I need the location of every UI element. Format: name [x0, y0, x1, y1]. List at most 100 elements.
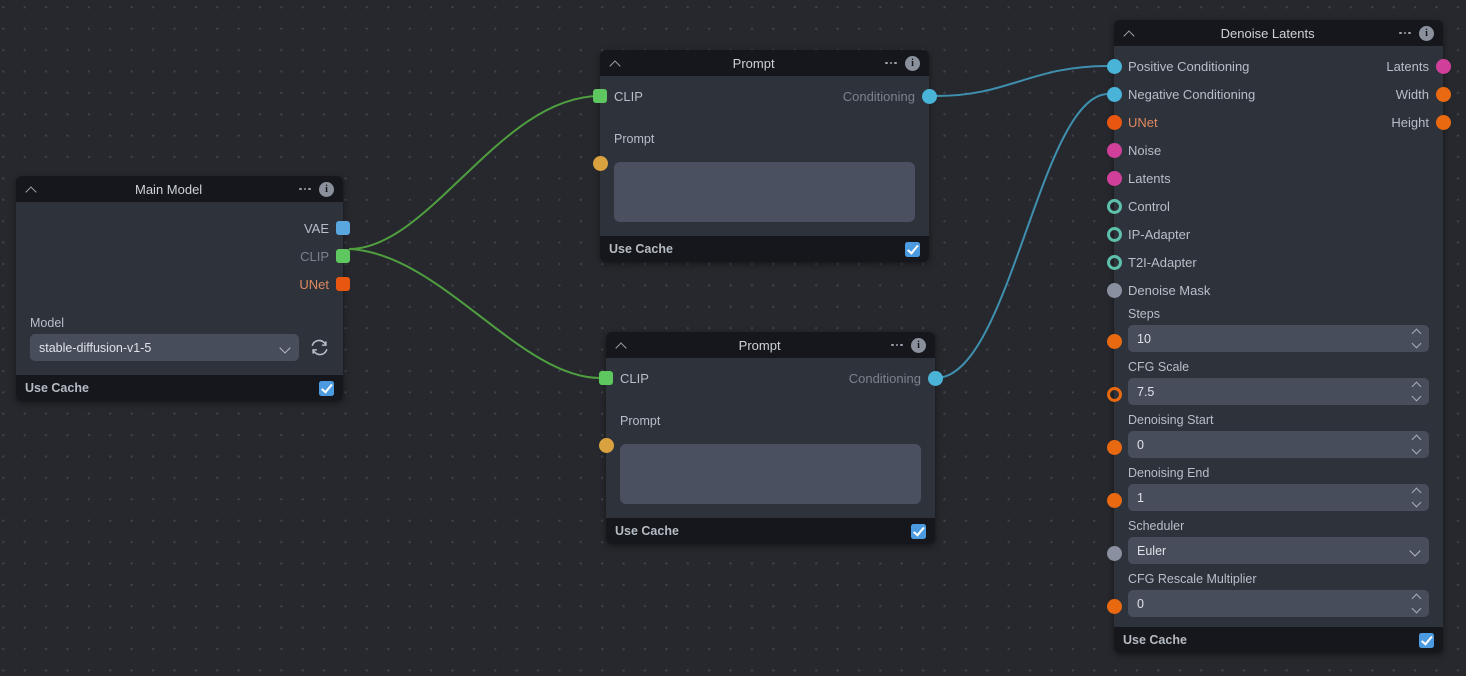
collapse-chevron-icon[interactable] — [25, 183, 38, 196]
port-cfg-rescale-multiplier[interactable] — [1107, 599, 1122, 614]
output-label: UNet — [299, 277, 329, 292]
chevron-down-icon — [279, 342, 290, 353]
collapse-chevron-icon[interactable] — [615, 339, 628, 352]
output-row-unet[interactable]: UNet — [16, 270, 343, 298]
input-row-t2i-adapter[interactable]: T2I-Adapter — [1114, 248, 1443, 276]
use-cache-checkbox[interactable] — [911, 524, 926, 539]
refresh-icon[interactable] — [310, 338, 329, 357]
denoising-start-stepper[interactable] — [1412, 435, 1422, 455]
node-footer-main-model[interactable]: Use Cache — [16, 375, 343, 401]
port-scheduler[interactable] — [1107, 546, 1122, 561]
port-prompt-input[interactable] — [599, 438, 614, 453]
port-height-output[interactable] — [1436, 115, 1451, 130]
scheduler-select[interactable]: Euler — [1128, 537, 1429, 564]
output-row-vae[interactable]: VAE — [16, 214, 343, 242]
port-vae[interactable] — [336, 221, 350, 235]
steps-value: 10 — [1137, 332, 1151, 346]
port-clip-input[interactable] — [599, 371, 613, 385]
denoising-start-input[interactable]: 0 — [1128, 431, 1429, 458]
steps-input[interactable]: 10 — [1128, 325, 1429, 352]
collapse-chevron-icon[interactable] — [1123, 27, 1136, 40]
port-denoise-mask[interactable] — [1107, 283, 1122, 298]
input-row-ip-adapter[interactable]: IP-Adapter — [1114, 220, 1443, 248]
prompt-textarea[interactable] — [620, 444, 921, 504]
port-steps[interactable] — [1107, 334, 1122, 349]
node-denoise-latents[interactable]: Denoise Latents i Positive Conditioning … — [1114, 20, 1443, 653]
info-icon[interactable]: i — [911, 338, 926, 353]
info-icon[interactable]: i — [1419, 26, 1434, 41]
port-latents-input[interactable] — [1107, 171, 1122, 186]
node-prompt-negative[interactable]: Prompt i CLIP Conditioning Prompt — [606, 332, 935, 544]
use-cache-checkbox[interactable] — [319, 381, 334, 396]
model-select[interactable]: stable-diffusion-v1-5 — [30, 334, 299, 361]
output-label-conditioning: Conditioning — [849, 371, 921, 386]
use-cache-checkbox[interactable] — [905, 242, 920, 257]
port-positive-conditioning[interactable] — [1107, 59, 1122, 74]
io-row-positive-latents[interactable]: Positive Conditioning Latents — [1114, 52, 1443, 80]
widget-denoising-start: Denoising Start 0 — [1114, 410, 1443, 463]
cfg-rescale-stepper[interactable] — [1412, 594, 1422, 614]
prompt-textarea[interactable] — [614, 162, 915, 222]
cfg-scale-input[interactable]: 7.5 — [1128, 378, 1429, 405]
more-options-icon[interactable] — [885, 62, 897, 65]
port-t2i-adapter[interactable] — [1107, 255, 1122, 270]
port-prompt-input[interactable] — [593, 156, 608, 171]
node-prompt-positive[interactable]: Prompt i CLIP Conditioning Prompt — [600, 50, 929, 262]
more-options-icon[interactable] — [891, 344, 903, 347]
output-row-clip[interactable]: CLIP — [16, 242, 343, 270]
port-clip-input[interactable] — [593, 89, 607, 103]
scheduler-label: Scheduler — [1128, 519, 1429, 533]
cfg-rescale-input[interactable]: 0 — [1128, 590, 1429, 617]
node-header-prompt-positive[interactable]: Prompt i — [600, 50, 929, 76]
cfg-rescale-value: 0 — [1137, 597, 1144, 611]
input-row-noise[interactable]: Noise — [1114, 136, 1443, 164]
io-row-clip-conditioning[interactable]: CLIP Conditioning — [600, 82, 929, 110]
cfg-scale-stepper[interactable] — [1412, 382, 1422, 402]
node-main-model[interactable]: Main Model i VAE CLIP UNet Model — [16, 176, 343, 401]
output-label-conditioning: Conditioning — [843, 89, 915, 104]
steps-stepper[interactable] — [1412, 329, 1422, 349]
port-cfg-scale[interactable] — [1107, 387, 1122, 402]
input-row-control[interactable]: Control — [1114, 192, 1443, 220]
output-label-height: Height — [1391, 115, 1429, 130]
port-latents-output[interactable] — [1436, 59, 1451, 74]
use-cache-checkbox[interactable] — [1419, 633, 1434, 648]
node-header-prompt-negative[interactable]: Prompt i — [606, 332, 935, 358]
io-row-unet-height[interactable]: UNet Height — [1114, 108, 1443, 136]
denoising-end-input[interactable]: 1 — [1128, 484, 1429, 511]
node-footer-prompt-negative[interactable]: Use Cache — [606, 518, 935, 544]
input-row-latents[interactable]: Latents — [1114, 164, 1443, 192]
node-header-denoise-latents[interactable]: Denoise Latents i — [1114, 20, 1443, 46]
port-unet-input[interactable] — [1107, 115, 1122, 130]
node-header-main-model[interactable]: Main Model i — [16, 176, 343, 202]
use-cache-label: Use Cache — [1123, 633, 1187, 647]
port-clip[interactable] — [336, 249, 350, 263]
node-footer-denoise-latents[interactable]: Use Cache — [1114, 627, 1443, 653]
port-unet[interactable] — [336, 277, 350, 291]
info-icon[interactable]: i — [319, 182, 334, 197]
port-noise[interactable] — [1107, 143, 1122, 158]
denoising-end-stepper[interactable] — [1412, 488, 1422, 508]
collapse-chevron-icon[interactable] — [609, 57, 622, 70]
port-control[interactable] — [1107, 199, 1122, 214]
more-options-icon[interactable] — [299, 188, 311, 191]
node-footer-prompt-positive[interactable]: Use Cache — [600, 236, 929, 262]
port-ip-adapter[interactable] — [1107, 227, 1122, 242]
chevron-down-icon — [1409, 545, 1420, 556]
port-conditioning-output[interactable] — [922, 89, 937, 104]
cfg-scale-label: CFG Scale — [1128, 360, 1429, 374]
port-conditioning-output[interactable] — [928, 371, 943, 386]
input-row-denoise-mask[interactable]: Denoise Mask — [1114, 276, 1443, 304]
port-negative-conditioning[interactable] — [1107, 87, 1122, 102]
io-row-negative-width[interactable]: Negative Conditioning Width — [1114, 80, 1443, 108]
widget-steps: Steps 10 — [1114, 304, 1443, 357]
use-cache-label: Use Cache — [615, 524, 679, 538]
port-denoising-end[interactable] — [1107, 493, 1122, 508]
cfg-scale-value: 7.5 — [1137, 385, 1154, 399]
info-icon[interactable]: i — [905, 56, 920, 71]
node-graph-canvas[interactable]: Main Model i VAE CLIP UNet Model — [0, 0, 1466, 676]
port-width-output[interactable] — [1436, 87, 1451, 102]
io-row-clip-conditioning[interactable]: CLIP Conditioning — [606, 364, 935, 392]
more-options-icon[interactable] — [1399, 32, 1411, 35]
port-denoising-start[interactable] — [1107, 440, 1122, 455]
